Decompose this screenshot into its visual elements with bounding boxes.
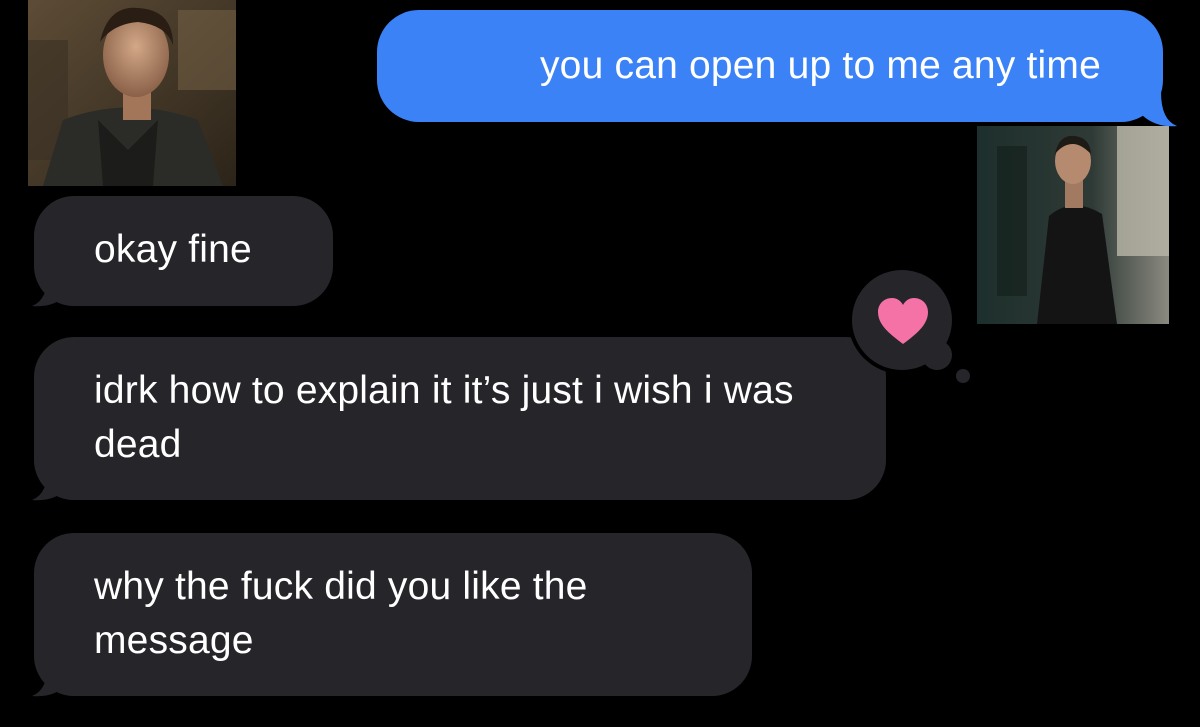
incoming-message-bubble[interactable]: why the fuck did you like the message <box>32 533 752 698</box>
message-text: okay fine <box>94 228 252 271</box>
outgoing-message-bubble[interactable]: you can open up to me any time <box>377 10 1177 127</box>
bubble-tail <box>32 466 68 502</box>
bubble-tail <box>32 272 68 308</box>
right-contact-photo <box>977 126 1169 324</box>
message-text: you can open up to me any time <box>539 44 1101 87</box>
heart-icon <box>878 298 928 344</box>
incoming-message-bubble[interactable]: okay fine <box>32 196 333 308</box>
left-contact-photo <box>28 0 236 186</box>
incoming-message-bubble[interactable]: idrk how to explain it it’s just i wish … <box>32 337 886 502</box>
reaction-tail-dot <box>922 340 952 370</box>
bubble-tail <box>1141 92 1177 128</box>
message-text: why the fuck did you like the message <box>94 565 588 662</box>
reaction-tail-dot <box>956 369 970 383</box>
message-text: idrk how to explain it it’s just i wish … <box>94 369 794 466</box>
bubble-tail <box>32 662 68 698</box>
